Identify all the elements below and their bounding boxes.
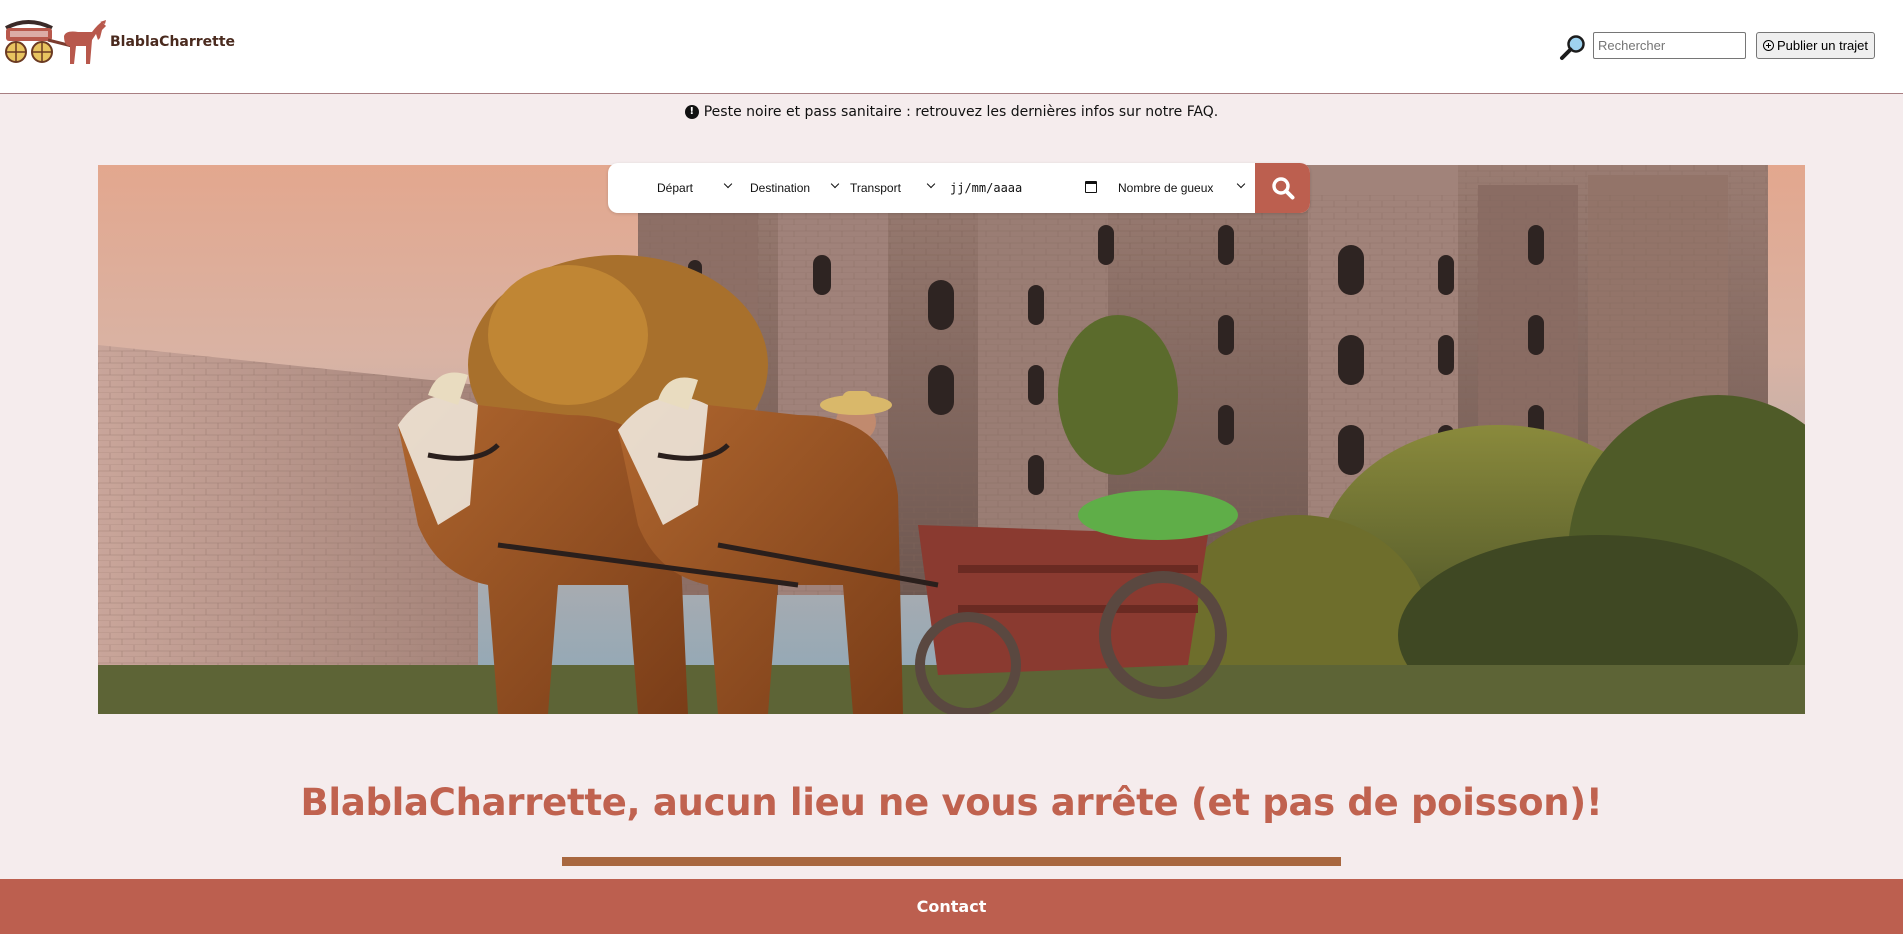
- passengers-select[interactable]: Nombre de gueux: [1115, 163, 1247, 213]
- passengers-select-label: Nombre de gueux: [1118, 181, 1214, 195]
- transport-select[interactable]: Transport: [850, 163, 950, 213]
- chevron-down-icon: [1236, 179, 1246, 189]
- date-input[interactable]: jj/mm/aaaa: [950, 163, 1115, 213]
- chevron-down-icon: [723, 179, 733, 189]
- depart-select-label: Départ: [657, 181, 694, 195]
- chevron-down-icon: [926, 179, 936, 189]
- publish-trip-button[interactable]: Publier un trajet: [1756, 32, 1875, 59]
- logo[interactable]: BlablaCharrette: [2, 18, 235, 66]
- hero-image: [98, 165, 1805, 714]
- destination-select[interactable]: Destination: [740, 163, 850, 213]
- date-input-placeholder: jj/mm/aaaa: [950, 181, 1023, 195]
- slogan-divider: [562, 857, 1341, 866]
- exclamation-circle-icon: !: [684, 105, 699, 119]
- search-submit-button[interactable]: [1255, 163, 1310, 213]
- contact-link[interactable]: Contact: [917, 897, 987, 916]
- transport-select-label: Transport: [850, 181, 901, 195]
- trip-search-form: Départ Destination Transport jj/mm/aaaa …: [608, 163, 1310, 213]
- destination-select-label: Destination: [750, 181, 811, 195]
- depart-select[interactable]: Départ: [608, 163, 740, 213]
- search-input[interactable]: [1593, 32, 1746, 59]
- notice-text: Peste noire et pass sanitaire : retrouve…: [703, 104, 1219, 120]
- site-footer: Contact: [0, 879, 1903, 934]
- publish-trip-label: Publier un trajet: [1776, 38, 1869, 53]
- site-header: BlablaCharrette Publier un trajet: [0, 0, 1903, 94]
- brand-name: BlablaCharrette: [110, 34, 236, 50]
- search-icon: [1271, 177, 1294, 200]
- magnifier-icon[interactable]: [1559, 33, 1587, 61]
- chevron-down-icon: [830, 179, 840, 189]
- page-slogan: BlablaCharrette, aucun lieu ne vous arrê…: [300, 781, 1603, 824]
- plus-circle-icon: [1762, 40, 1774, 51]
- horse-cart-logo-icon: [5, 20, 106, 64]
- calendar-icon[interactable]: [1085, 181, 1097, 193]
- info-notice: ! Peste noire et pass sanitaire : retrou…: [0, 104, 1903, 120]
